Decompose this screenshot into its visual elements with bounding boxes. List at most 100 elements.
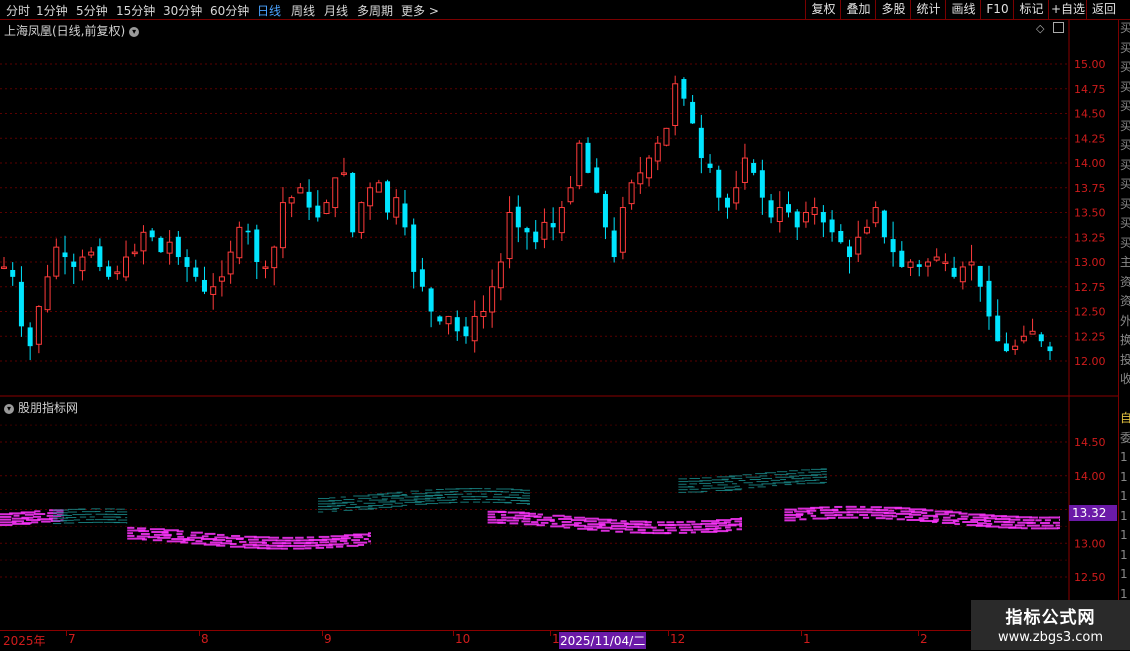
candle-body xyxy=(454,317,460,332)
y-tick-label: 14.00 xyxy=(1074,470,1106,483)
candle-body xyxy=(594,167,600,193)
candle-body xyxy=(733,187,740,204)
candle-body xyxy=(872,207,879,224)
watermark-title: 指标公式网 xyxy=(1005,608,1096,628)
sidebar-char: 换 xyxy=(1120,333,1130,347)
layout-icon[interactable] xyxy=(1052,22,1064,33)
chevron-down-icon[interactable]: ▾ xyxy=(129,26,140,37)
sidebar-char: 买 xyxy=(1120,216,1130,230)
date-label: 7 xyxy=(68,632,76,646)
candle-body xyxy=(829,219,835,233)
candle-body xyxy=(977,265,983,287)
candle-body xyxy=(768,200,774,218)
candle-body xyxy=(184,257,190,267)
candle-body xyxy=(890,239,896,253)
sidebar-char: 1 xyxy=(1120,528,1128,542)
sidebar-char: 买 xyxy=(1120,177,1130,191)
y-tick-label: 14.75 xyxy=(1074,83,1106,96)
candle-body xyxy=(123,256,130,278)
y-tick-label: 12.50 xyxy=(1074,306,1106,319)
candle-body xyxy=(681,79,687,99)
candle-body xyxy=(506,212,513,260)
date-label: 1 xyxy=(803,632,811,646)
candle-body xyxy=(236,226,243,259)
sidebar-char: 委 xyxy=(1120,430,1130,445)
sidebar-char: 资 xyxy=(1120,274,1130,289)
candle-body xyxy=(393,197,400,218)
date-tick xyxy=(550,631,551,636)
date-label: 9 xyxy=(324,632,332,646)
sidebar-char: 买 xyxy=(1120,157,1130,172)
sidebar-char: 买 xyxy=(1120,235,1130,250)
candle-body xyxy=(445,315,452,325)
candle-body xyxy=(558,207,565,234)
candle-body xyxy=(794,211,800,228)
date-axis: 2025年 7 8 9 10 1 2025/11/04/二 12 1 2 xyxy=(0,630,1130,651)
y-tick-label: 13.75 xyxy=(1074,182,1106,195)
diamond-icon[interactable]: ◇ xyxy=(1036,22,1044,35)
candle-body xyxy=(210,286,217,295)
candle-body xyxy=(306,191,312,208)
candle-body xyxy=(385,181,391,213)
sidebar-char: 买 xyxy=(1120,99,1130,113)
candle-body xyxy=(847,246,853,258)
candle-body xyxy=(175,236,181,258)
y-tick-label: 13.00 xyxy=(1074,256,1106,269)
candle-body xyxy=(628,182,635,205)
chart-canvas: 15.00 14.75 14.50 14.25 14.00 13.75 13.50 13.25… xyxy=(0,20,1118,630)
candle-body xyxy=(53,246,60,277)
candle-body xyxy=(515,206,521,228)
candle-body xyxy=(524,228,530,233)
candle-body xyxy=(437,316,443,322)
candle-body xyxy=(114,271,121,275)
candle-body xyxy=(646,157,653,179)
candle-body xyxy=(611,230,617,258)
candle-body xyxy=(1020,335,1027,342)
sidebar-char: 买 xyxy=(1120,60,1130,74)
sidebar-char: 资 xyxy=(1120,294,1130,308)
sidebar-char: 1 xyxy=(1120,547,1128,562)
date-tick xyxy=(66,631,67,636)
sidebar-char: 1 xyxy=(1120,469,1128,484)
date-tick xyxy=(801,631,802,636)
sidebar-char: 买 xyxy=(1120,79,1130,94)
watermark-url: www.zbgs3.com xyxy=(997,630,1104,645)
candle-body xyxy=(1003,343,1009,352)
sidebar-char: 自 xyxy=(1120,411,1130,425)
candle-body xyxy=(254,229,260,262)
date-label: 2025年 xyxy=(3,634,46,648)
current-value-label: 13.32 xyxy=(1069,505,1117,521)
sidebar-char: 投 xyxy=(1120,352,1130,367)
candle-body xyxy=(786,204,791,213)
candle-body xyxy=(690,101,696,124)
y-tick-label: 13.50 xyxy=(1074,207,1106,220)
candle-body xyxy=(751,162,757,173)
candle-body xyxy=(716,169,722,198)
candle-body xyxy=(35,306,42,345)
indicator-name: 股朋指标网 xyxy=(18,401,79,415)
info-sidebar[interactable]: 买买买买买买买买买买买买主资资外换投收自委11111111 xyxy=(1118,20,1130,630)
sidebar-char: 买 xyxy=(1120,196,1130,211)
candle-body xyxy=(619,207,626,253)
candle-body xyxy=(158,237,164,253)
date-tick xyxy=(199,631,200,636)
candle-body xyxy=(44,276,51,311)
candle-body xyxy=(288,197,295,204)
candle-body xyxy=(924,261,931,267)
main-chart-title[interactable]: 上海凤凰(日线,前复权) ▾ xyxy=(4,22,140,39)
selected-date-label[interactable]: 2025/11/04/二 xyxy=(559,632,647,649)
indicator-title[interactable]: ▾ 股朋指标网 xyxy=(4,399,78,416)
y-tick-label: 14.00 xyxy=(1074,157,1106,170)
candle-body xyxy=(279,202,286,249)
date-label: 12 xyxy=(670,632,686,646)
candle-body xyxy=(959,266,966,283)
candle-body xyxy=(1047,346,1053,352)
candle-body xyxy=(654,142,661,162)
date-label: 8 xyxy=(201,632,209,646)
candle-body xyxy=(986,280,992,317)
chevron-down-icon[interactable]: ▾ xyxy=(4,403,14,414)
sidebar-char: 外 xyxy=(1120,313,1130,328)
date-label: 2 xyxy=(920,632,928,646)
candle-body xyxy=(863,226,870,234)
candle-body xyxy=(402,203,408,228)
